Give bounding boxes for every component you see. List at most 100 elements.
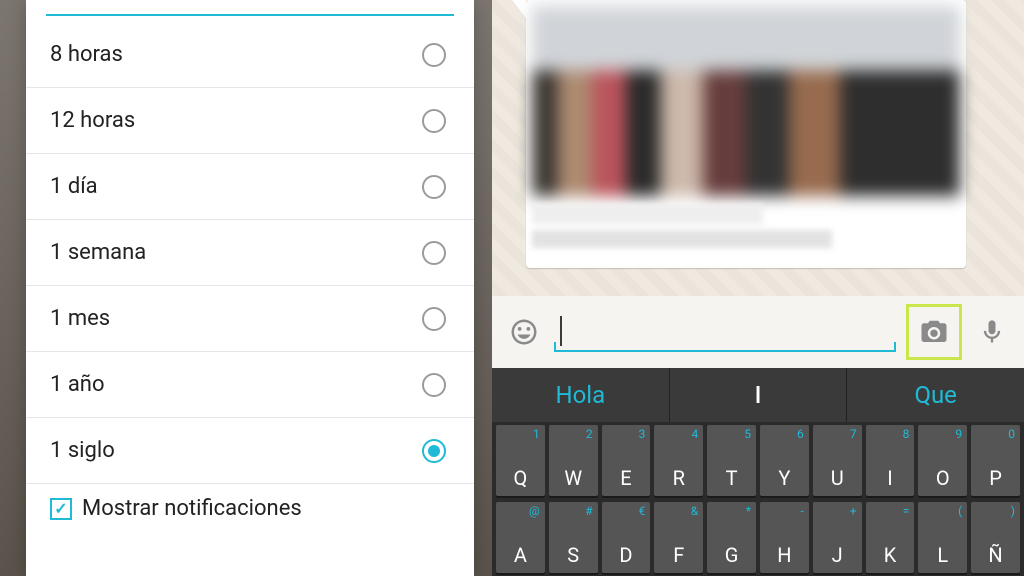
duration-option[interactable]: 8 horas xyxy=(26,22,474,88)
message-input-bar xyxy=(492,296,1024,368)
key-main-label: P xyxy=(971,466,1020,490)
key-alt-label: * xyxy=(746,504,751,518)
key-main-label: S xyxy=(549,543,598,567)
key-alt-label: 7 xyxy=(850,427,857,441)
checkmark-icon: ✓ xyxy=(54,499,67,518)
soft-keyboard: Hola I Que 1Q2W3E4R5T6Y7U8I9O0P @A#S€D&F… xyxy=(492,368,1024,576)
key-alt-label: 5 xyxy=(744,427,751,441)
key-J[interactable]: +J xyxy=(813,502,862,573)
message-caption-line xyxy=(532,204,763,224)
show-notifications-checkbox[interactable]: ✓ xyxy=(50,498,72,520)
emoji-icon[interactable] xyxy=(504,312,544,352)
duration-option[interactable]: 1 mes xyxy=(26,286,474,352)
duration-option-label: 1 año xyxy=(50,372,104,397)
radio-icon xyxy=(422,109,446,133)
key-main-label: T xyxy=(707,466,756,490)
suggestion-bar: Hola I Que xyxy=(492,368,1024,422)
key-main-label: O xyxy=(918,466,967,490)
key-alt-label: 9 xyxy=(955,427,962,441)
show-notifications-row[interactable]: ✓ Mostrar notificaciones xyxy=(26,484,474,533)
key-main-label: W xyxy=(549,466,598,490)
duration-option[interactable]: 1 semana xyxy=(26,220,474,286)
key-alt-label: 4 xyxy=(691,427,698,441)
key-alt-label: 8 xyxy=(903,427,910,441)
key-main-label: H xyxy=(760,543,809,567)
key-alt-label: € xyxy=(639,504,646,518)
key-alt-label: = xyxy=(903,504,910,518)
key-F[interactable]: &F xyxy=(654,502,703,573)
message-input[interactable] xyxy=(554,308,896,356)
mic-icon[interactable] xyxy=(972,312,1012,352)
suggestion-right[interactable]: Que xyxy=(847,368,1024,422)
key-I[interactable]: 8I xyxy=(866,425,915,496)
incoming-image-message[interactable] xyxy=(526,0,966,268)
key-K[interactable]: =K xyxy=(866,502,915,573)
duration-option-label: 1 siglo xyxy=(50,438,115,463)
key-S[interactable]: #S xyxy=(549,502,598,573)
key-main-label: J xyxy=(813,543,862,567)
message-photo[interactable] xyxy=(532,6,960,196)
key-main-label: K xyxy=(866,543,915,567)
key-W[interactable]: 2W xyxy=(549,425,598,496)
duration-options-list: 8 horas12 horas 1 día 1 semana 1 mes 1 año 1 … xyxy=(26,22,474,484)
duration-option-label: 1 día xyxy=(50,174,98,199)
key-Ñ[interactable]: )Ñ xyxy=(971,502,1020,573)
key-main-label: F xyxy=(654,543,703,567)
radio-icon xyxy=(422,307,446,331)
key-Y[interactable]: 6Y xyxy=(760,425,809,496)
key-L[interactable]: (L xyxy=(918,502,967,573)
key-alt-label: 2 xyxy=(586,427,593,441)
suggestion-left[interactable]: Hola xyxy=(492,368,670,422)
duration-option[interactable]: 1 día xyxy=(26,154,474,220)
duration-option-label: 1 mes xyxy=(50,306,110,331)
key-E[interactable]: 3E xyxy=(602,425,651,496)
key-alt-label: 1 xyxy=(533,427,540,441)
key-alt-label: @ xyxy=(529,504,540,518)
key-main-label: D xyxy=(602,543,651,567)
key-T[interactable]: 5T xyxy=(707,425,756,496)
duration-option[interactable]: 12 horas xyxy=(26,88,474,154)
key-O[interactable]: 9O xyxy=(918,425,967,496)
key-alt-label: 3 xyxy=(639,427,646,441)
dialog-header-rule xyxy=(46,0,454,16)
radio-icon xyxy=(422,241,446,265)
right-screenshot: Hola I Que 1Q2W3E4R5T6Y7U8I9O0P @A#S€D&F… xyxy=(492,0,1024,576)
key-U[interactable]: 7U xyxy=(813,425,862,496)
text-cursor xyxy=(560,316,562,346)
camera-icon xyxy=(919,317,949,347)
key-row-2: @A#S€D&F*G-H+J=K(L)Ñ xyxy=(492,499,1024,576)
show-notifications-label: Mostrar notificaciones xyxy=(82,496,302,521)
left-screenshot: 8 horas12 horas 1 día 1 semana 1 mes 1 año 1 … xyxy=(0,0,492,576)
duration-option[interactable]: 1 año xyxy=(26,352,474,418)
key-alt-label: ) xyxy=(1011,504,1015,518)
key-D[interactable]: €D xyxy=(602,502,651,573)
key-A[interactable]: @A xyxy=(496,502,545,573)
bubble-tail xyxy=(512,0,526,18)
key-alt-label: & xyxy=(691,504,698,518)
camera-button-highlighted[interactable] xyxy=(906,304,962,360)
radio-icon xyxy=(422,175,446,199)
key-main-label: Q xyxy=(496,466,545,490)
key-main-label: L xyxy=(918,543,967,567)
key-row-1: 1Q2W3E4R5T6Y7U8I9O0P xyxy=(492,422,1024,499)
duration-option[interactable]: 1 siglo xyxy=(26,418,474,484)
key-H[interactable]: -H xyxy=(760,502,809,573)
key-alt-label: + xyxy=(850,504,857,518)
key-main-label: Ñ xyxy=(971,543,1020,567)
key-main-label: R xyxy=(654,466,703,490)
key-main-label: Y xyxy=(760,466,809,490)
key-alt-label: 6 xyxy=(797,427,804,441)
input-underline xyxy=(554,350,896,352)
key-main-label: G xyxy=(707,543,756,567)
message-caption-line xyxy=(532,230,832,248)
radio-icon xyxy=(422,373,446,397)
radio-icon xyxy=(422,439,446,463)
key-R[interactable]: 4R xyxy=(654,425,703,496)
key-alt-label: ( xyxy=(958,504,962,518)
mute-duration-dialog: 8 horas12 horas 1 día 1 semana 1 mes 1 año 1 … xyxy=(26,0,474,576)
key-P[interactable]: 0P xyxy=(971,425,1020,496)
key-Q[interactable]: 1Q xyxy=(496,425,545,496)
suggestion-mid[interactable]: I xyxy=(670,368,848,422)
key-main-label: I xyxy=(866,466,915,490)
key-G[interactable]: *G xyxy=(707,502,756,573)
